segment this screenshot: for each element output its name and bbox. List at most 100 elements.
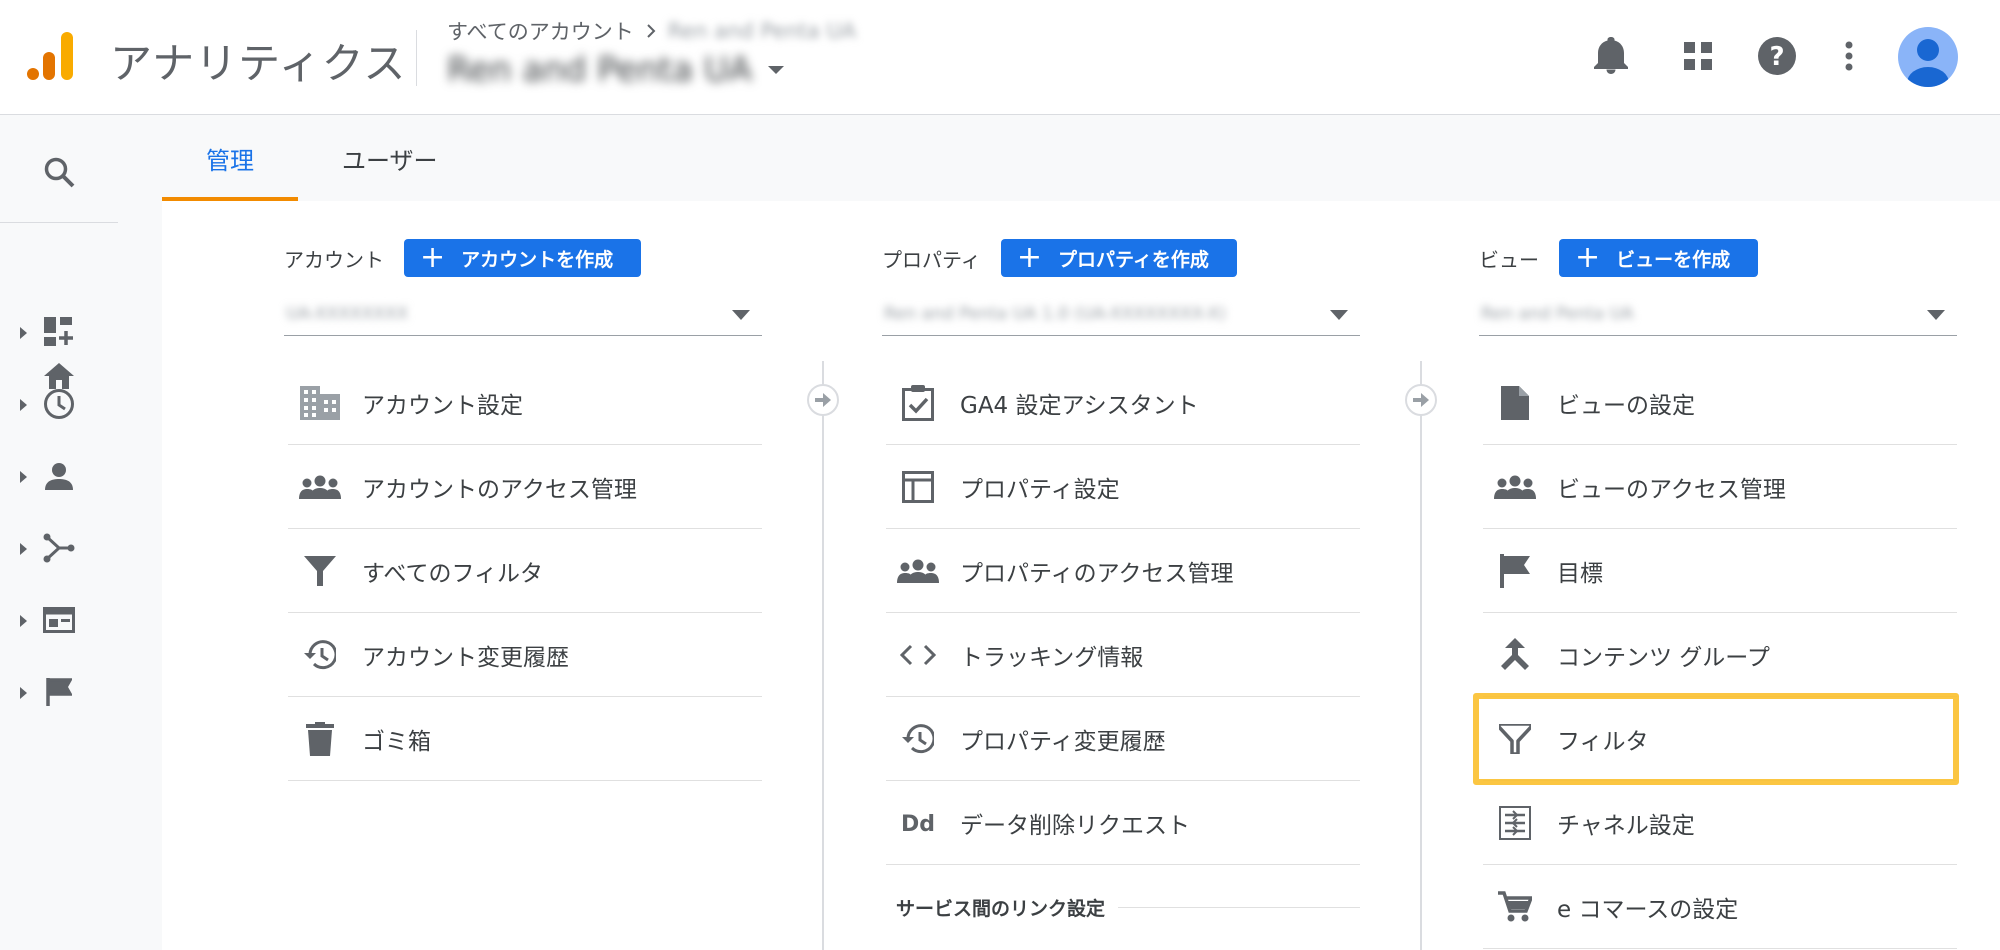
flag-icon — [1483, 547, 1547, 595]
account-column-header: アカウント + アカウントを作成 — [284, 239, 642, 277]
menu-item-all-filters[interactable]: すべてのフィルタ — [288, 529, 762, 613]
section-product-linking: サービス間のリンク設定 — [886, 865, 1360, 949]
property-column-header: プロパティ + プロパティを作成 — [882, 239, 1237, 277]
analytics-logo-icon[interactable] — [26, 30, 78, 82]
account-selector[interactable]: Ren and Penta UA — [447, 50, 786, 90]
menu-item-view-settings[interactable]: ビューの設定 — [1483, 361, 1957, 445]
top-app-bar: アナリティクス すべてのアカウント Ren and Penta UA Ren a… — [0, 0, 2000, 115]
menu-item-property-access[interactable]: プロパティのアクセス管理 — [886, 529, 1360, 613]
menu-item-ecommerce-settings[interactable]: e コマースの設定 — [1483, 865, 1957, 949]
view-column-label: ビュー — [1479, 247, 1539, 272]
menu-item-label: トラッキング情報 — [960, 644, 1144, 671]
menu-item-tracking-info[interactable]: トラッキング情報 — [886, 613, 1360, 697]
document-icon — [1483, 379, 1547, 427]
code-icon — [886, 631, 950, 679]
acquisition-icon[interactable] — [0, 520, 118, 576]
admin-tabs: 管理 ユーザー — [162, 116, 482, 201]
menu-item-label: プロパティ変更履歴 — [960, 728, 1166, 755]
menu-item-trash[interactable]: ゴミ箱 — [288, 697, 762, 781]
tab-admin[interactable]: 管理 — [162, 116, 298, 201]
caret-down-icon[interactable] — [732, 310, 750, 320]
tab-user[interactable]: ユーザー — [298, 116, 482, 201]
plus-icon: + — [1016, 240, 1042, 275]
menu-item-label: データ削除リクエスト — [960, 812, 1190, 839]
menu-item-label: 目標 — [1557, 560, 1603, 587]
content-group-icon — [1483, 631, 1547, 679]
help-icon[interactable]: ? — [1753, 32, 1801, 80]
apps-icon[interactable] — [1674, 32, 1722, 80]
channel-settings-icon — [1483, 799, 1547, 847]
account-menu: アカウント設定 アカウントのアクセス管理 すべてのフィルタ アカウント変更履歴 — [288, 361, 762, 781]
plus-icon: + — [420, 240, 446, 275]
column-connector — [822, 361, 824, 950]
highlight-annotation — [1473, 693, 1959, 785]
view-select[interactable]: Ren and Penta UA — [1479, 296, 1957, 336]
breadcrumb-account[interactable]: Ren and Penta UA — [668, 19, 856, 43]
history-icon — [886, 715, 950, 763]
menu-item-label: コンテンツ グループ — [1557, 644, 1770, 671]
create-property-button[interactable]: + プロパティを作成 — [1000, 239, 1237, 277]
menu-item-data-deletion[interactable]: Dd データ削除リクエスト — [886, 781, 1360, 865]
plus-icon: + — [1575, 240, 1601, 275]
menu-item-label: ビューの設定 — [1557, 392, 1695, 419]
caret-down-icon[interactable] — [766, 64, 786, 76]
property-select[interactable]: Ren and Penta UA 1.0 (UA-XXXXXXXX-X) — [882, 296, 1360, 336]
building-icon — [288, 379, 352, 427]
arrow-right-icon — [1405, 384, 1437, 416]
bell-icon[interactable] — [1587, 32, 1635, 80]
menu-item-account-access[interactable]: アカウントのアクセス管理 — [288, 445, 762, 529]
menu-item-label: ビューのアクセス管理 — [1557, 476, 1786, 503]
view-menu: ビューの設定 ビューのアクセス管理 目標 コンテンツ グループ フィルタ チャネ… — [1483, 361, 1957, 949]
search-icon[interactable] — [0, 144, 118, 200]
customization-icon[interactable] — [0, 304, 118, 360]
sidebar-divider — [0, 222, 118, 223]
cart-icon — [1483, 883, 1547, 931]
trash-icon — [288, 715, 352, 763]
create-account-button[interactable]: + アカウントを作成 — [404, 239, 642, 277]
create-view-button[interactable]: + ビューを作成 — [1559, 239, 1759, 277]
caret-down-icon[interactable] — [1330, 310, 1348, 320]
menu-item-label: アカウントのアクセス管理 — [362, 476, 637, 503]
menu-item-label: チャネル設定 — [1557, 812, 1695, 839]
arrow-right-icon — [807, 384, 839, 416]
menu-item-property-settings[interactable]: プロパティ設定 — [886, 445, 1360, 529]
realtime-icon[interactable] — [0, 376, 118, 432]
property-select-value: Ren and Penta UA 1.0 (UA-XXXXXXXX-X) — [884, 304, 1226, 324]
menu-item-goals[interactable]: 目標 — [1483, 529, 1957, 613]
caret-down-icon[interactable] — [1927, 310, 1945, 320]
svg-text:Dd: Dd — [901, 812, 935, 836]
avatar[interactable] — [1898, 27, 1958, 87]
dd-icon: Dd — [886, 799, 950, 847]
view-select-value: Ren and Penta UA — [1481, 304, 1634, 324]
menu-item-channel-settings[interactable]: チャネル設定 — [1483, 781, 1957, 865]
menu-item-account-history[interactable]: アカウント変更履歴 — [288, 613, 762, 697]
chevron-right-icon — [646, 24, 656, 38]
view-column-header: ビュー + ビューを作成 — [1479, 239, 1759, 277]
svg-text:?: ? — [1769, 42, 1784, 72]
more-vert-icon[interactable] — [1825, 32, 1873, 80]
menu-item-label: プロパティのアクセス管理 — [960, 560, 1234, 587]
conversions-icon[interactable] — [0, 664, 118, 720]
property-column-label: プロパティ — [882, 247, 981, 272]
menu-item-account-settings[interactable]: アカウント設定 — [288, 361, 762, 445]
menu-item-view-access[interactable]: ビューのアクセス管理 — [1483, 445, 1957, 529]
menu-item-property-history[interactable]: プロパティ変更履歴 — [886, 697, 1360, 781]
account-name[interactable]: Ren and Penta UA — [447, 50, 752, 90]
account-select[interactable]: UA-XXXXXXXX — [284, 296, 762, 336]
menu-item-ga4-setup[interactable]: GA4 設定アシスタント — [886, 361, 1360, 445]
menu-item-label: アカウント変更履歴 — [362, 644, 569, 671]
create-property-label: プロパティを作成 — [1057, 248, 1209, 271]
app-title: アナリティクス — [110, 39, 407, 88]
header-divider — [416, 30, 417, 86]
audience-icon[interactable] — [0, 448, 118, 504]
checklist-icon — [886, 379, 950, 427]
breadcrumb[interactable]: すべてのアカウント Ren and Penta UA — [447, 16, 856, 46]
menu-item-label: ゴミ箱 — [362, 728, 431, 755]
property-menu: GA4 設定アシスタント プロパティ設定 プロパティのアクセス管理 トラッキング… — [886, 361, 1360, 949]
menu-item-content-grouping[interactable]: コンテンツ グループ — [1483, 613, 1957, 697]
breadcrumb-root[interactable]: すべてのアカウント — [447, 16, 634, 46]
create-view-label: ビューを作成 — [1616, 248, 1731, 271]
people-icon — [1483, 463, 1547, 511]
left-nav — [0, 116, 160, 950]
behavior-icon[interactable] — [0, 592, 118, 648]
